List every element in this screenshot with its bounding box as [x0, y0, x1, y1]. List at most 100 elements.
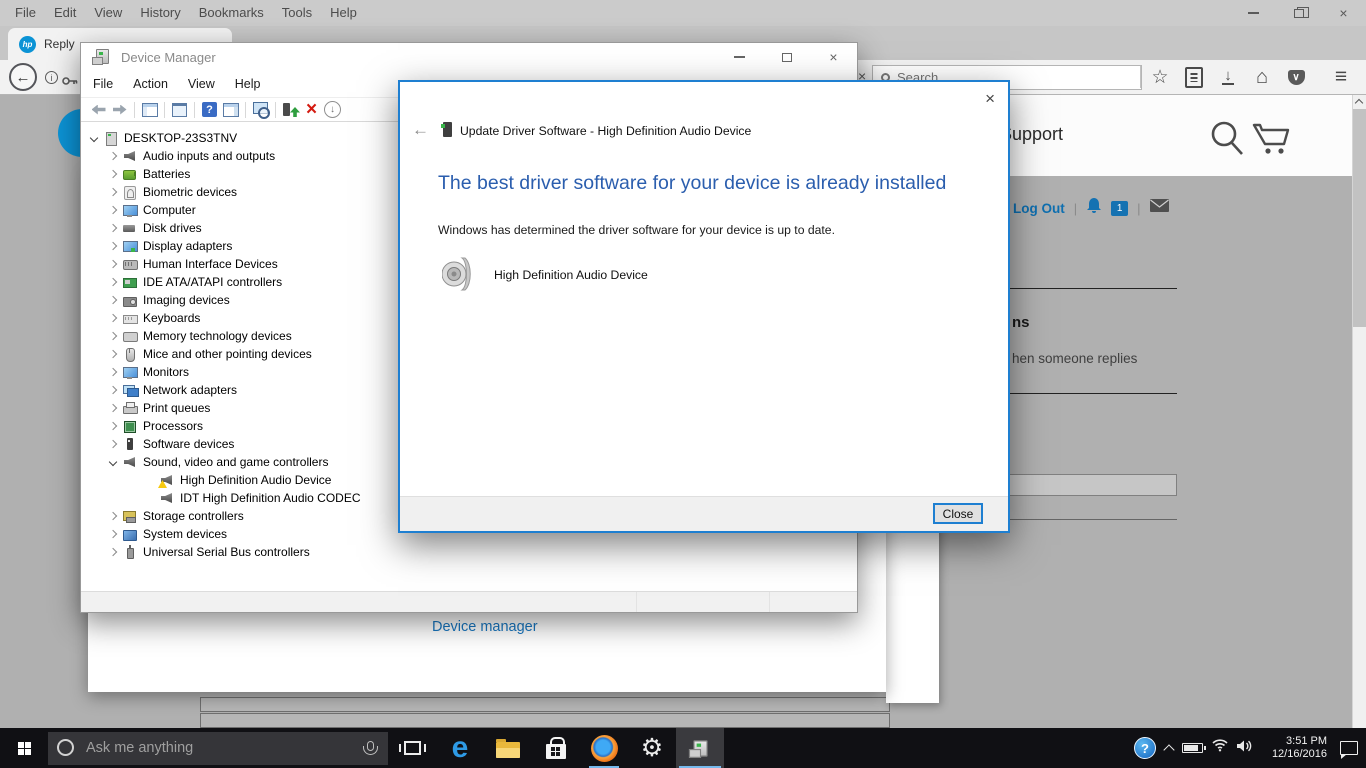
chevron-icon[interactable] [107, 366, 119, 378]
firefox-menu-item[interactable]: Edit [45, 5, 85, 20]
page-row [200, 697, 890, 712]
scroll-up-icon[interactable] [1355, 99, 1363, 107]
toolbar-icon[interactable] [245, 102, 246, 118]
chevron-icon[interactable] [107, 330, 119, 342]
back-icon[interactable]: ← [412, 120, 429, 140]
volume-icon[interactable] [1237, 739, 1254, 757]
search-icon[interactable] [1210, 120, 1244, 161]
toolbar-icon[interactable] [275, 102, 276, 118]
firefox-menu-item[interactable]: View [85, 5, 131, 20]
chevron-icon[interactable] [107, 258, 119, 270]
device-label: Processors [143, 419, 203, 433]
chevron-icon[interactable] [88, 132, 100, 144]
toolbar-icon[interactable] [110, 100, 129, 119]
chevron-icon[interactable] [107, 276, 119, 288]
firefox-menu-item[interactable]: Help [321, 5, 366, 20]
chevron-icon[interactable] [107, 222, 119, 234]
hamburger-menu-icon[interactable]: ≡ [1326, 64, 1356, 90]
device-manager-titlebar[interactable]: Device Manager × [81, 43, 857, 71]
cortana-search-input[interactable]: Ask me anything [48, 732, 388, 765]
menu-item[interactable]: View [178, 77, 225, 91]
toolbar-icon[interactable] [1146, 64, 1174, 90]
battery-icon[interactable] [1182, 743, 1203, 753]
scrollbar[interactable] [1352, 95, 1366, 728]
restore-button[interactable] [1276, 0, 1321, 26]
taskbar-app-button[interactable]: ⚙ [628, 728, 676, 768]
taskbar-app-button[interactable] [484, 728, 532, 768]
clock[interactable]: 3:51 PM 12/16/2016 [1263, 735, 1327, 761]
back-button[interactable]: ← [9, 63, 37, 91]
chevron-icon[interactable] [107, 438, 119, 450]
chevron-icon[interactable] [107, 510, 119, 522]
menu-item[interactable]: Action [123, 77, 178, 91]
close-dialog-button[interactable]: Close [933, 503, 983, 524]
minimize-button[interactable] [716, 43, 763, 71]
action-center-icon[interactable] [1340, 741, 1358, 755]
chevron-icon[interactable] [107, 456, 119, 468]
chevron-icon[interactable] [144, 474, 156, 486]
close-button[interactable]: × [1321, 0, 1366, 26]
envelope-icon[interactable] [1150, 199, 1169, 217]
toolbar-icon[interactable] [194, 102, 195, 118]
tree-item[interactable]: Universal Serial Bus controllers [81, 543, 857, 561]
logout-link[interactable]: Log Out [1013, 201, 1065, 216]
firefox-menu-item[interactable]: Tools [273, 5, 321, 20]
toolbar-icon[interactable] [251, 100, 270, 119]
taskbar-app-button[interactable] [676, 728, 724, 768]
chevron-icon[interactable] [107, 402, 119, 414]
toolbar-icon[interactable] [281, 100, 300, 119]
scrollbar-thumb[interactable] [1353, 109, 1366, 327]
chevron-icon[interactable] [107, 186, 119, 198]
chevron-icon[interactable] [107, 420, 119, 432]
close-icon[interactable]: × [985, 90, 995, 107]
toolbar-icon[interactable] [200, 100, 219, 119]
chevron-icon[interactable] [107, 348, 119, 360]
chevron-icon[interactable] [107, 204, 119, 216]
close-button[interactable]: × [810, 43, 857, 71]
chevron-icon[interactable] [107, 240, 119, 252]
firefox-menu-item[interactable]: Bookmarks [190, 5, 273, 20]
page-info-icon[interactable]: i [45, 71, 58, 84]
toolbar-icon[interactable] [170, 100, 189, 119]
maximize-button[interactable] [763, 43, 810, 71]
bell-icon[interactable] [1086, 197, 1102, 219]
chevron-icon[interactable] [107, 294, 119, 306]
wifi-icon[interactable] [1212, 739, 1228, 757]
microphone-icon[interactable] [367, 741, 374, 751]
toolbar-icon[interactable] [1214, 64, 1242, 90]
toolbar-icon[interactable] [140, 100, 159, 119]
chevron-icon[interactable] [107, 312, 119, 324]
taskbar-app-button[interactable] [532, 728, 580, 768]
chevron-icon[interactable] [107, 546, 119, 558]
taskbar-app-button[interactable] [580, 728, 628, 768]
chevron-icon[interactable] [107, 168, 119, 180]
form-field[interactable] [1000, 474, 1177, 496]
toolbar-icon[interactable] [302, 100, 321, 119]
key-icon[interactable] [62, 73, 78, 91]
start-button[interactable] [0, 728, 48, 768]
taskbar-app-button[interactable]: e [436, 728, 484, 768]
minimize-button[interactable] [1231, 0, 1276, 26]
toolbar-icon[interactable] [323, 100, 342, 119]
menu-item[interactable]: File [83, 77, 123, 91]
toolbar-icon[interactable] [1248, 64, 1276, 90]
toolbar-icon[interactable] [1282, 64, 1310, 90]
device-manager-link[interactable]: Device manager [432, 619, 538, 635]
chevron-icon[interactable] [144, 492, 156, 504]
firefox-menu-item[interactable]: History [131, 5, 189, 20]
firefox-menu-item[interactable]: File [6, 5, 45, 20]
notification-badge[interactable]: 1 [1111, 201, 1128, 216]
toolbar-icon[interactable] [134, 102, 135, 118]
menu-item[interactable]: Help [225, 77, 271, 91]
chevron-icon[interactable] [107, 528, 119, 540]
taskbar-app-button[interactable] [388, 728, 436, 768]
chevron-icon[interactable] [107, 150, 119, 162]
toolbar-icon[interactable] [1180, 64, 1208, 90]
chevron-icon[interactable] [107, 384, 119, 396]
cart-icon[interactable] [1252, 122, 1292, 163]
toolbar-icon[interactable] [164, 102, 165, 118]
tray-expand-icon[interactable] [1163, 744, 1174, 755]
toolbar-icon[interactable] [221, 100, 240, 119]
toolbar-icon[interactable] [89, 100, 108, 119]
hp-support-assistant-icon[interactable]: ? [1134, 737, 1156, 759]
